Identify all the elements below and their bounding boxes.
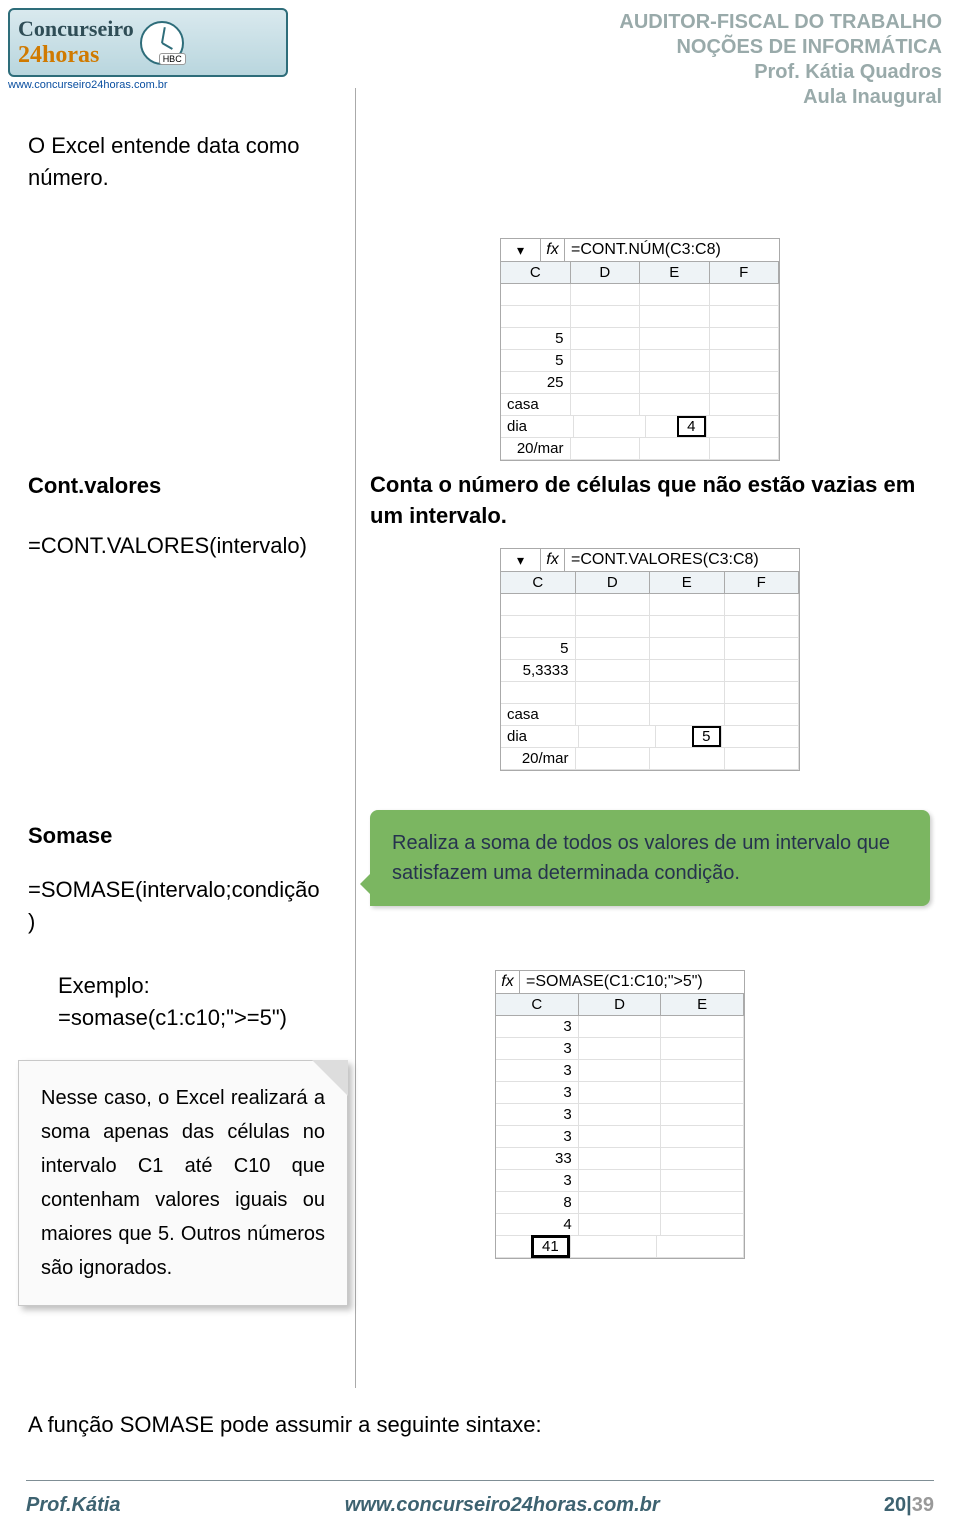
fx-icon: fx — [541, 549, 565, 571]
cell: dia — [501, 416, 574, 438]
cell: 3 — [496, 1082, 579, 1104]
footer-rule — [26, 1480, 934, 1481]
cell: 8 — [496, 1192, 579, 1214]
result-cell: 5 — [692, 726, 720, 747]
intro-paragraph: O Excel entende data como número. — [28, 130, 338, 194]
cell: 5 — [501, 638, 576, 660]
logo-url: www.concurseiro24horas.com.br — [8, 79, 288, 91]
fx-icon: fx — [541, 239, 565, 261]
page-header: AUDITOR-FISCAL DO TRABALHO NOÇÕES DE INF… — [619, 10, 942, 110]
fx-icon: fx — [496, 971, 520, 993]
excel-somase: fx =SOMASE(C1:C10;">5") C D E 3 3 3 3 3 … — [495, 970, 745, 1259]
example-code: =somase(c1:c10;">=5") — [58, 1002, 368, 1034]
cell: casa — [501, 704, 576, 726]
contvalores-desc: Conta o número de células que não estão … — [370, 470, 930, 532]
cell: dia — [501, 726, 579, 748]
cell: 25 — [501, 372, 571, 394]
cell: casa — [501, 394, 571, 416]
excel-contnum: ▾ fx =CONT.NÚM(C3:C8) C D E F 5 5 25 cas… — [500, 238, 780, 461]
formula-bar: =CONT.NÚM(C3:C8) — [565, 239, 779, 261]
col-E: E — [661, 994, 744, 1015]
col-D: D — [579, 994, 662, 1015]
col-F: F — [710, 262, 780, 283]
cell: 3 — [496, 1038, 579, 1060]
header-line2: NOÇÕES DE INFORMÁTICA — [619, 35, 942, 60]
header-line4: Aula Inaugural — [619, 85, 942, 110]
cell: 5,3333 — [501, 660, 576, 682]
footer-url: www.concurseiro24horas.com.br — [345, 1494, 660, 1517]
footer-page: 20|39 — [884, 1494, 934, 1517]
dropdown-icon: ▾ — [501, 239, 541, 261]
page-current: 20 — [884, 1494, 906, 1516]
logo: Concurseiro 24horas HBC www.concurseiro2… — [8, 8, 288, 91]
contvalores-syntax: =CONT.VALORES(intervalo) — [28, 530, 338, 562]
header-line3: Prof. Kátia Quadros — [619, 60, 942, 85]
cell: 5 — [501, 328, 571, 350]
footer: Prof.Kátia www.concurseiro24horas.com.br… — [26, 1494, 934, 1517]
col-D: D — [571, 262, 641, 283]
column-divider — [355, 88, 357, 1388]
cell: 3 — [496, 1104, 579, 1126]
col-E: E — [640, 262, 710, 283]
logo-line2: 24horas — [18, 42, 134, 69]
formula-bar: =CONT.VALORES(C3:C8) — [565, 549, 799, 571]
somase-note: Nesse caso, o Excel realizará a soma ape… — [18, 1060, 348, 1306]
cell: 4 — [496, 1214, 579, 1236]
footer-author: Prof.Kátia — [26, 1494, 120, 1517]
cell: 3 — [496, 1170, 579, 1192]
result-cell: 41 — [531, 1235, 570, 1258]
example-label: Exemplo: — [58, 970, 368, 1002]
somase-callout: Realiza a soma de todos os valores de um… — [370, 810, 930, 906]
somase-syntax1: =SOMASE(intervalo;condição — [28, 874, 338, 906]
col-C: C — [496, 994, 579, 1015]
cell: 20/mar — [501, 438, 571, 460]
clock-icon: HBC — [140, 21, 184, 65]
result-cell: 4 — [677, 416, 705, 437]
col-D: D — [576, 572, 651, 593]
cell: 5 — [501, 350, 571, 372]
page-total: 39 — [912, 1494, 934, 1516]
somase-title: Somase — [28, 820, 338, 852]
cell: 20/mar — [501, 748, 576, 770]
cell: 3 — [496, 1060, 579, 1082]
col-C: C — [501, 262, 571, 283]
logo-tag: HBC — [159, 53, 186, 65]
col-E: E — [650, 572, 725, 593]
dropdown-icon: ▾ — [501, 549, 541, 571]
cell: 3 — [496, 1126, 579, 1148]
cell: 33 — [496, 1148, 579, 1170]
excel-contvalores: ▾ fx =CONT.VALORES(C3:C8) C D E F 5 5,33… — [500, 548, 800, 771]
somase-syntax2: ) — [28, 906, 338, 938]
col-C: C — [501, 572, 576, 593]
logo-line1: Concurseiro — [18, 16, 134, 42]
col-F: F — [725, 572, 800, 593]
bottom-sentence: A função SOMASE pode assumir a seguinte … — [28, 1410, 542, 1441]
contvalores-title: Cont.valores — [28, 470, 338, 502]
cell: 3 — [496, 1016, 579, 1038]
header-line1: AUDITOR-FISCAL DO TRABALHO — [619, 10, 942, 35]
formula-bar: =SOMASE(C1:C10;">5") — [520, 971, 744, 993]
